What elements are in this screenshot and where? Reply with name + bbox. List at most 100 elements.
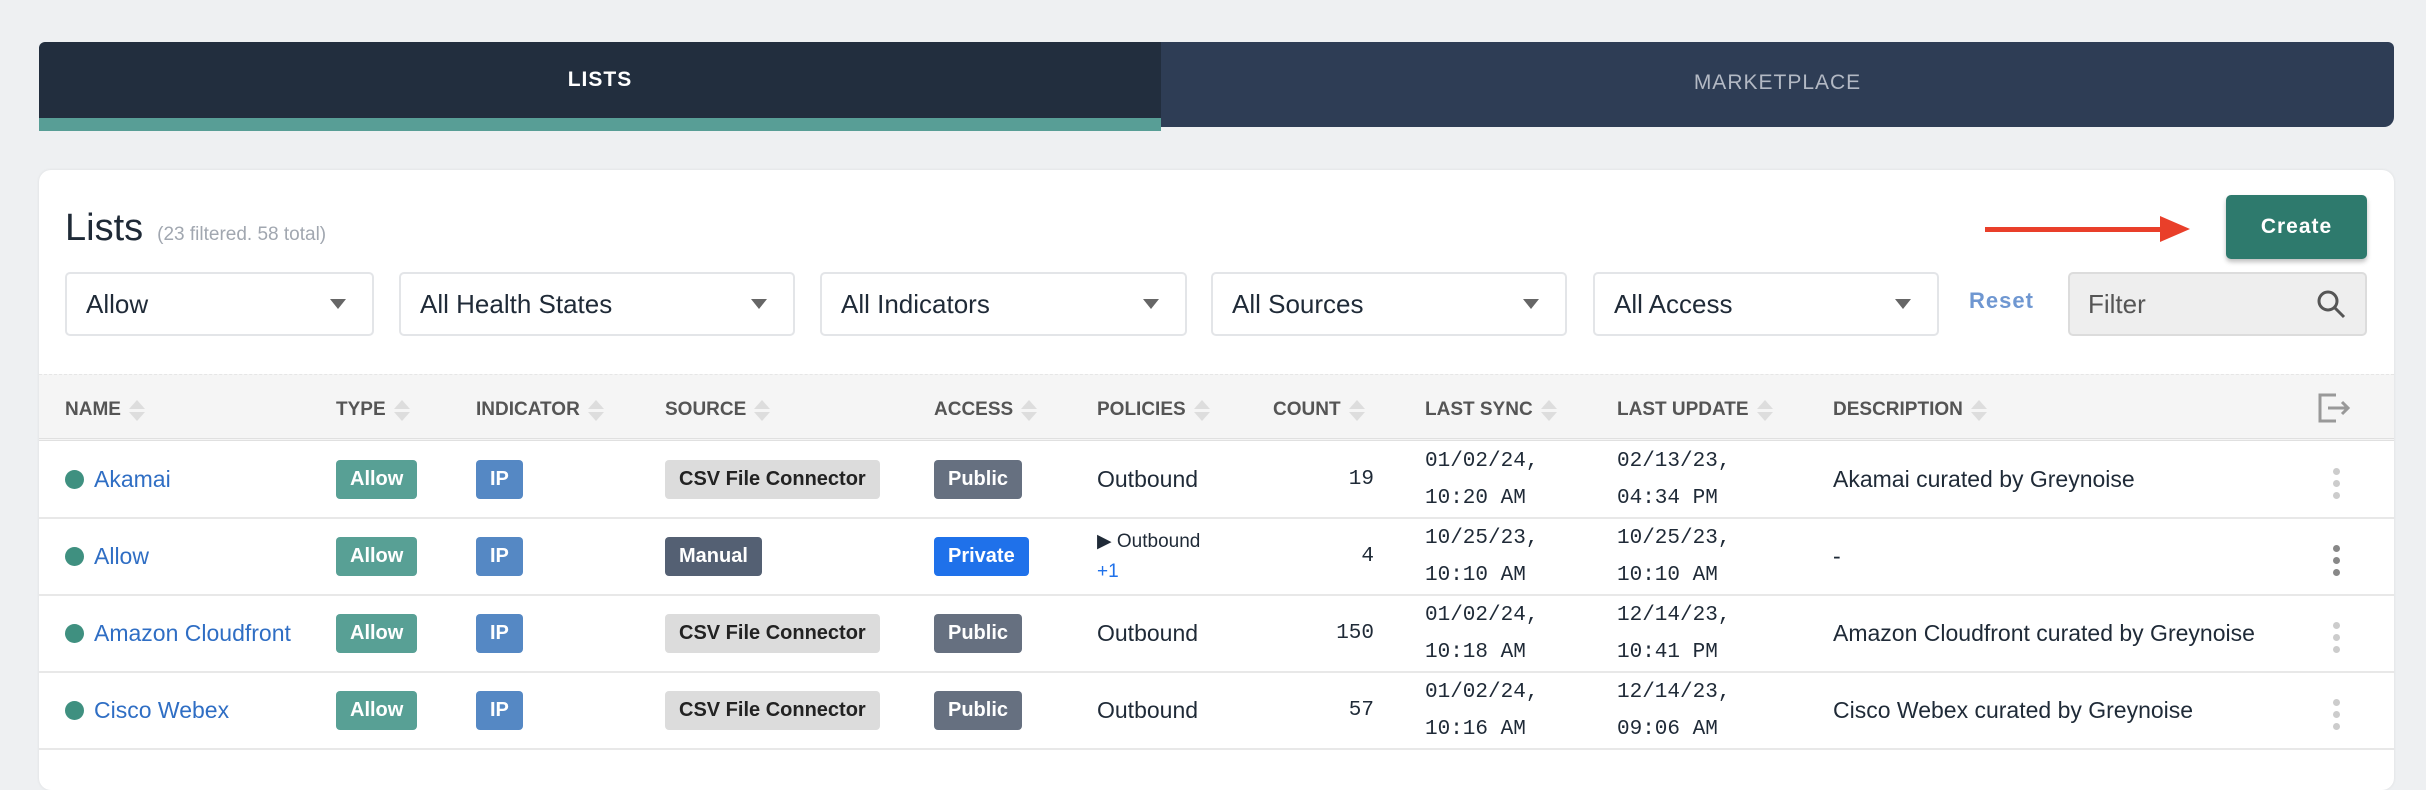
last-update-cell: 02/13/23, 04:34 PM [1617,442,1730,517]
access-cell: Public [934,596,1023,671]
create-button[interactable]: Create [2226,195,2367,259]
name-cell: Allow [65,519,295,594]
column-label: INDICATOR [476,399,580,420]
column-label: LAST UPDATE [1617,399,1749,420]
name-cell: Cisco Webex [65,673,295,748]
last-update-cell: 12/14/23, 09:06 AM [1617,673,1730,748]
last-sync-time: 10:10 AM [1425,563,1526,587]
filter-input[interactable]: Filter [2068,272,2367,336]
name-cell: Akamai [65,442,295,517]
page-title: Lists [65,207,144,249]
table-row[interactable]: Allow Allow IP Manual Private ▶ Outbound… [39,519,2394,596]
source-select[interactable]: All Sources [1211,272,1567,336]
table-row[interactable]: Akamai Allow IP CSV File Connector Publi… [39,442,2394,519]
more-options-icon[interactable] [2333,622,2340,653]
policies-cell: Outbound [1097,596,1198,671]
column-last-update[interactable]: LAST UPDATE [1617,399,1773,421]
indicator-cell: IP [476,673,523,748]
sort-icon [587,399,604,421]
policies-more-link[interactable]: +1 [1097,557,1119,587]
access-select[interactable]: All Access [1593,272,1939,336]
more-options-icon[interactable] [2333,699,2340,730]
column-label: DESCRIPTION [1833,399,1963,420]
last-sync-cell: 01/02/24, 10:18 AM [1425,596,1538,671]
policies-cell: Outbound [1097,673,1198,748]
health-select[interactable]: All Health States [399,272,795,336]
chevron-down-icon [330,299,346,309]
list-name-link[interactable]: Allow [65,538,149,575]
column-policies[interactable]: POLICIES [1097,399,1210,421]
last-update-time: 09:06 AM [1617,717,1718,741]
access-badge: Private [934,537,1029,576]
export-icon[interactable] [2316,393,2352,423]
last-update-cell: 10/25/23, 10:10 AM [1617,519,1730,594]
policy-name: Outbound [1097,466,1199,492]
policies-expander[interactable]: ▶ Outbound [1097,527,1200,557]
tab-lists[interactable]: LISTS [39,42,1161,131]
indicator-badge: IP [476,460,523,499]
list-name: Cisco Webex [94,697,230,723]
column-description[interactable]: DESCRIPTION [1833,399,1987,421]
health-status-dot [65,547,84,566]
health-select-value: All Health States [420,288,613,319]
source-cell: CSV File Connector [665,596,880,671]
sort-icon [1540,399,1557,421]
last-sync-time: 10:16 AM [1425,717,1526,741]
column-last-sync[interactable]: LAST SYNC [1425,399,1557,421]
column-label: POLICIES [1097,399,1186,420]
type-cell: Allow [336,519,418,594]
page-header: Lists (23 filtered. 58 total) [65,207,326,250]
count-cell: 19 [1348,468,1374,491]
last-update-time: 04:34 PM [1617,486,1718,510]
indicator-select[interactable]: All Indicators [820,272,1187,336]
description-cell: Amazon Cloudfront curated by Greynoise [1833,620,2255,646]
access-cell: Public [934,442,1023,517]
sort-icon [1756,399,1773,421]
more-options-icon[interactable] [2333,468,2340,499]
column-count[interactable]: COUNT [1273,399,1365,421]
search-icon[interactable] [2315,288,2347,320]
table-row[interactable]: Amazon Cloudfront Allow IP CSV File Conn… [39,596,2394,673]
table-row[interactable]: Cisco Webex Allow IP CSV File Connector … [39,673,2394,750]
list-name: Amazon Cloudfront [94,620,291,646]
last-update-time: 10:41 PM [1617,640,1718,664]
policy-name: Outbound [1116,530,1201,552]
type-select[interactable]: Allow [65,272,374,336]
access-cell: Public [934,673,1023,748]
type-cell: Allow [336,442,418,517]
list-name-link[interactable]: Cisco Webex [65,692,229,729]
source-cell: CSV File Connector [665,673,880,748]
sort-icon [1021,399,1038,421]
policy-name: Outbound [1097,620,1199,646]
name-cell: Amazon Cloudfront [65,596,295,671]
sort-icon [1193,399,1210,421]
last-sync-time: 10:18 AM [1425,640,1526,664]
policies-cell: Outbound [1097,442,1198,517]
sort-icon [393,399,410,421]
list-name-link[interactable]: Akamai [65,461,171,498]
tab-marketplace[interactable]: MARKETPLACE [1161,42,2394,127]
column-label: NAME [65,399,121,420]
last-update-date: 02/13/23, [1617,449,1731,473]
count-cell: 150 [1336,622,1374,645]
sort-icon [754,399,771,421]
chevron-down-icon [1523,299,1539,309]
column-name[interactable]: NAME [65,399,145,421]
column-label: COUNT [1273,399,1341,420]
type-badge: Allow [336,537,418,576]
last-sync-date: 01/02/24, [1425,449,1539,473]
column-label: ACCESS [934,399,1014,420]
column-access[interactable]: ACCESS [934,399,1038,421]
sort-icon [128,399,145,421]
reset-link[interactable]: Reset [1969,288,2034,314]
column-source[interactable]: SOURCE [665,399,771,421]
indicator-select-value: All Indicators [841,288,990,319]
column-type[interactable]: TYPE [336,399,410,421]
more-options-icon[interactable] [2333,545,2340,576]
chevron-down-icon [1143,299,1159,309]
column-indicator[interactable]: INDICATOR [476,399,604,421]
sort-icon [1970,399,1987,421]
list-name-link[interactable]: Amazon Cloudfront [65,615,291,652]
policy-name: Outbound [1097,697,1199,723]
last-sync-cell: 01/02/24, 10:16 AM [1425,673,1538,748]
